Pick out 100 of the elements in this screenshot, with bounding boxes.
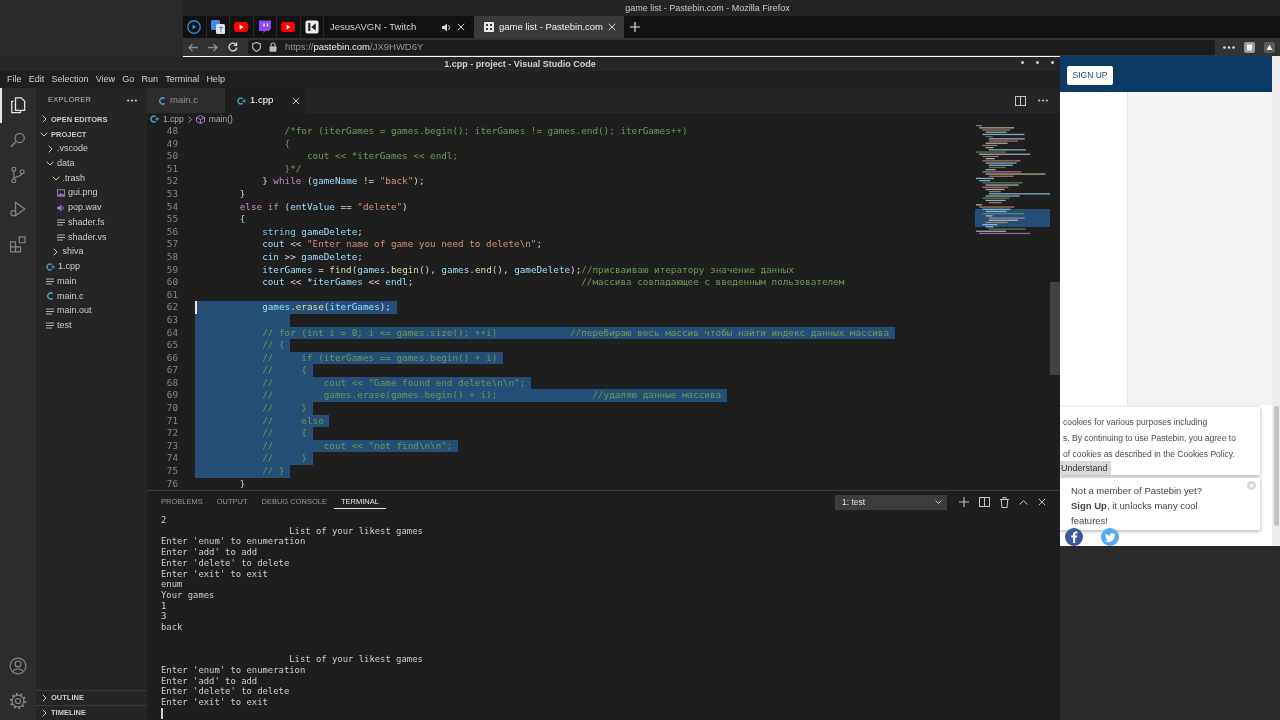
understand-button[interactable]: Understand (1060, 461, 1111, 475)
cookies-policy-link[interactable]: Cookies Policy. (1177, 449, 1235, 459)
explorer-entry[interactable]: main.out (46, 303, 92, 319)
sign-up-button[interactable]: SIGN UP (1067, 66, 1113, 85)
video-play-icon[interactable] (281, 20, 296, 34)
folder-entry[interactable]: data (46, 156, 75, 171)
terminal-dropdown[interactable]: 1: test (835, 494, 947, 510)
prompt-text: Sign Up, it unlocks many cool features! (1071, 499, 1199, 528)
code-line: }*/ (284, 162, 302, 176)
explorer-entry[interactable]: 1.cpp (46, 259, 81, 275)
blocks-icon (8, 234, 28, 255)
cpp-file-icon (237, 96, 246, 105)
tile-icon[interactable] (304, 20, 319, 34)
c-file-icon (46, 292, 54, 301)
line-number: 50 (166, 150, 178, 162)
menu-item[interactable]: Edit (25, 74, 48, 85)
split-terminal-icon[interactable] (979, 497, 990, 507)
scrollbar-thumb[interactable] (1050, 282, 1060, 375)
speaker-icon[interactable] (442, 22, 452, 32)
more-icon[interactable] (127, 98, 137, 102)
explorer-entry[interactable]: gui.png (57, 185, 98, 201)
forward-arrow-icon[interactable] (208, 42, 218, 52)
plus-icon[interactable] (630, 22, 640, 32)
image-file-icon (57, 189, 65, 198)
prompt-text: Not a member of Pastebin yet? (1071, 484, 1202, 498)
code-line: { (284, 137, 291, 151)
window-control-icon[interactable] (1036, 61, 1039, 64)
breadcrumb-item[interactable]: 1.cpp (150, 112, 184, 126)
explorer-entry[interactable]: shader.vs (57, 230, 107, 245)
play-circle-icon[interactable] (187, 20, 202, 34)
speaker-file-icon (57, 203, 65, 212)
explorer-entry[interactable]: main (46, 274, 77, 289)
sign-up-link[interactable]: Sign Up (1071, 500, 1107, 511)
line-number: 75 (166, 465, 178, 477)
browser-tab[interactable]: game list - Pastebin.com (474, 16, 624, 38)
browser-tab[interactable]: JesusAVGN - Twitch (324, 16, 474, 38)
trash-icon[interactable] (1000, 496, 1009, 508)
menu-item[interactable]: Help (202, 74, 229, 85)
line-number: 60 (166, 276, 178, 288)
close-icon[interactable] (457, 23, 465, 31)
menu-item[interactable]: View (92, 74, 119, 85)
editor-tab[interactable]: main.c (147, 88, 225, 113)
close-icon[interactable] (608, 23, 616, 31)
line-number: 52 (166, 175, 178, 187)
close-icon[interactable] (1038, 498, 1046, 506)
text-file-icon (46, 307, 54, 315)
extension-icon[interactable] (1244, 41, 1255, 53)
code-line: } (239, 187, 246, 201)
scrollbar-thumb[interactable] (1273, 406, 1279, 526)
video-play-icon[interactable] (234, 20, 249, 34)
line-number: 65 (166, 339, 178, 351)
menu-item[interactable]: Selection (47, 74, 93, 85)
plus-icon[interactable] (959, 497, 969, 507)
explorer-entry[interactable]: pop.wav (57, 200, 102, 216)
folder-entry[interactable]: shiva (51, 244, 84, 260)
code-line: cin >> gameDelete; (262, 250, 363, 264)
split-editor-icon[interactable] (1015, 95, 1026, 106)
line-number: 51 (166, 162, 178, 174)
lock-icon[interactable] (269, 42, 277, 52)
line-number: 71 (166, 414, 178, 426)
menu-item[interactable]: File (3, 74, 26, 85)
reload-icon[interactable] (228, 42, 238, 52)
line-number: 59 (166, 263, 178, 275)
address-field[interactable]: https://pastebin.com/JX9HWD6Y (248, 39, 1215, 55)
line-number: 61 (166, 288, 178, 300)
line-number: 64 (166, 326, 178, 338)
chat-bubble-icon[interactable] (257, 20, 272, 34)
minimap-drawing[interactable] (975, 125, 1050, 237)
window-control-icon[interactable] (1021, 61, 1024, 64)
breadcrumb-item[interactable]: main() (195, 112, 233, 126)
text-file-icon (46, 278, 54, 286)
menu-item[interactable]: Run (137, 74, 162, 85)
cube-icon (195, 114, 205, 124)
menu-item[interactable]: Terminal (161, 74, 203, 85)
more-icon[interactable] (1223, 45, 1235, 49)
explorer-entry[interactable]: main.c (46, 289, 84, 304)
explorer-entry[interactable]: test (46, 318, 72, 334)
extension-icon[interactable] (1264, 41, 1275, 53)
line-number: 67 (166, 364, 178, 376)
line-number: 56 (166, 225, 178, 237)
menu-item[interactable]: Go (118, 74, 138, 85)
shield-icon[interactable] (252, 42, 261, 52)
settings-icon (8, 690, 28, 711)
line-number: 63 (166, 313, 178, 325)
window-control-icon[interactable] (1051, 61, 1054, 64)
facebook-icon[interactable] (1065, 528, 1083, 546)
close-icon[interactable] (292, 96, 300, 105)
back-arrow-icon[interactable] (188, 42, 198, 52)
folder-entry[interactable]: .vscode (46, 141, 89, 157)
code-line: iterGames = find(games.begin(), games.end(), gameDelete);//присваиваю итератору значение данных (262, 263, 794, 277)
text-file-icon (57, 219, 65, 227)
folder-entry[interactable]: .trash (51, 171, 85, 186)
code-line: string gameDelete; (262, 225, 363, 239)
translate-icon[interactable] (210, 20, 225, 34)
chevron-up-icon[interactable] (1019, 499, 1028, 505)
more-icon[interactable] (1038, 99, 1048, 102)
line-number: 69 (166, 389, 178, 401)
line-number: 74 (166, 452, 178, 464)
editor-tab[interactable]: 1.cpp (225, 88, 305, 113)
explorer-entry[interactable]: shader.fs (57, 215, 105, 230)
